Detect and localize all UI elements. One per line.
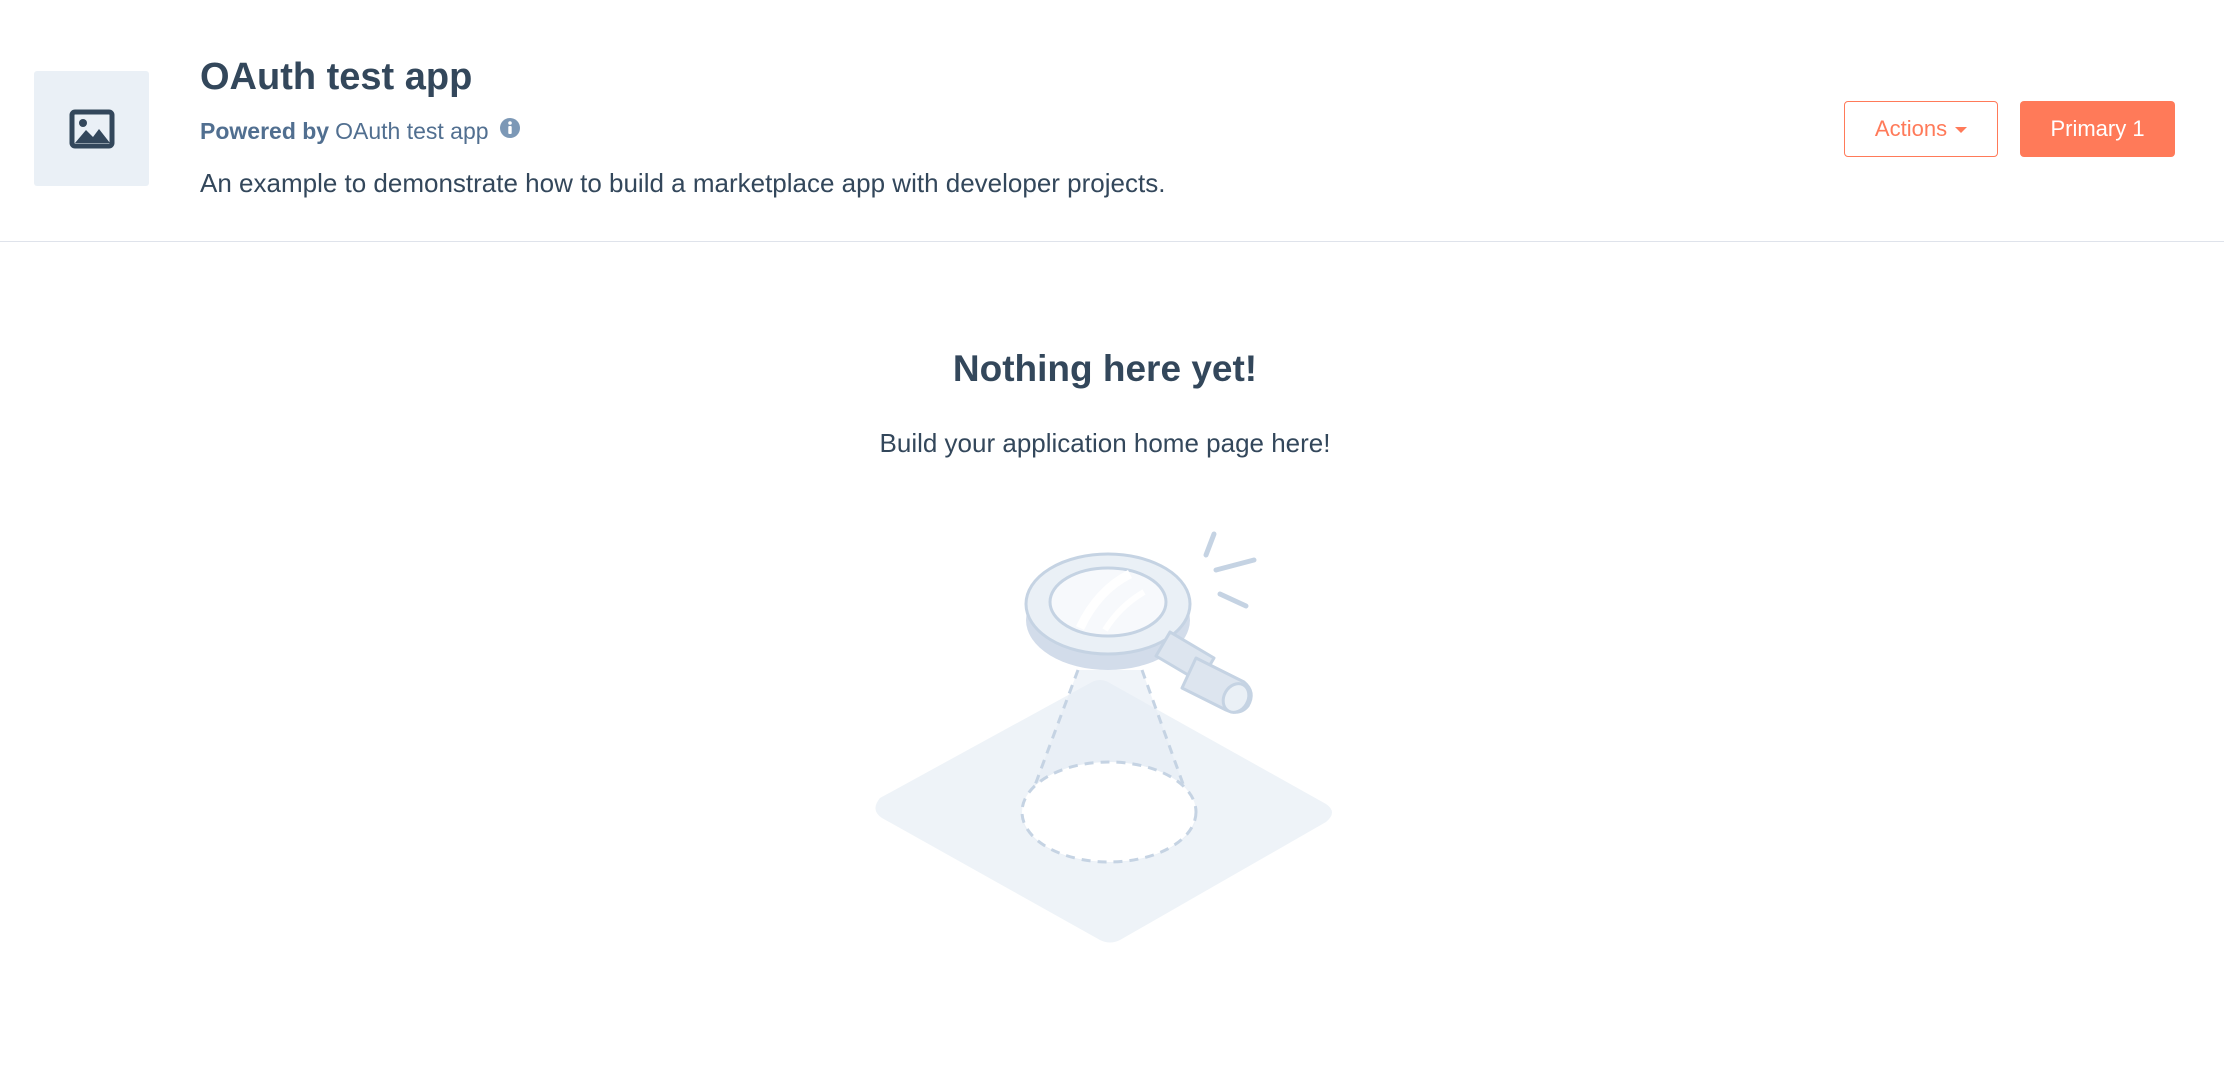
- empty-state-subtitle: Build your application home page here!: [879, 428, 1331, 458]
- powered-by: Powered by OAuth test app: [200, 117, 521, 145]
- actions-label: Actions: [1874, 116, 1948, 141]
- caret-down-icon: [1955, 127, 1968, 133]
- magnifying-glass-illustration: [875, 531, 1332, 943]
- actions-dropdown-button[interactable]: Actions: [1844, 101, 1998, 157]
- app-title: OAuth test app: [200, 56, 473, 98]
- powered-by-label: Powered by: [200, 118, 330, 144]
- image-icon: [69, 109, 114, 148]
- app-header: OAuth test app Powered by OAuth test app…: [0, 0, 2224, 242]
- primary-button[interactable]: Primary 1: [2020, 101, 2175, 157]
- app-description: An example to demonstrate how to build a…: [200, 168, 1166, 198]
- powered-by-name: OAuth test app: [335, 118, 489, 144]
- empty-state-title: Nothing here yet!: [952, 348, 1258, 389]
- app-logo: [34, 71, 149, 186]
- info-icon[interactable]: [499, 117, 521, 139]
